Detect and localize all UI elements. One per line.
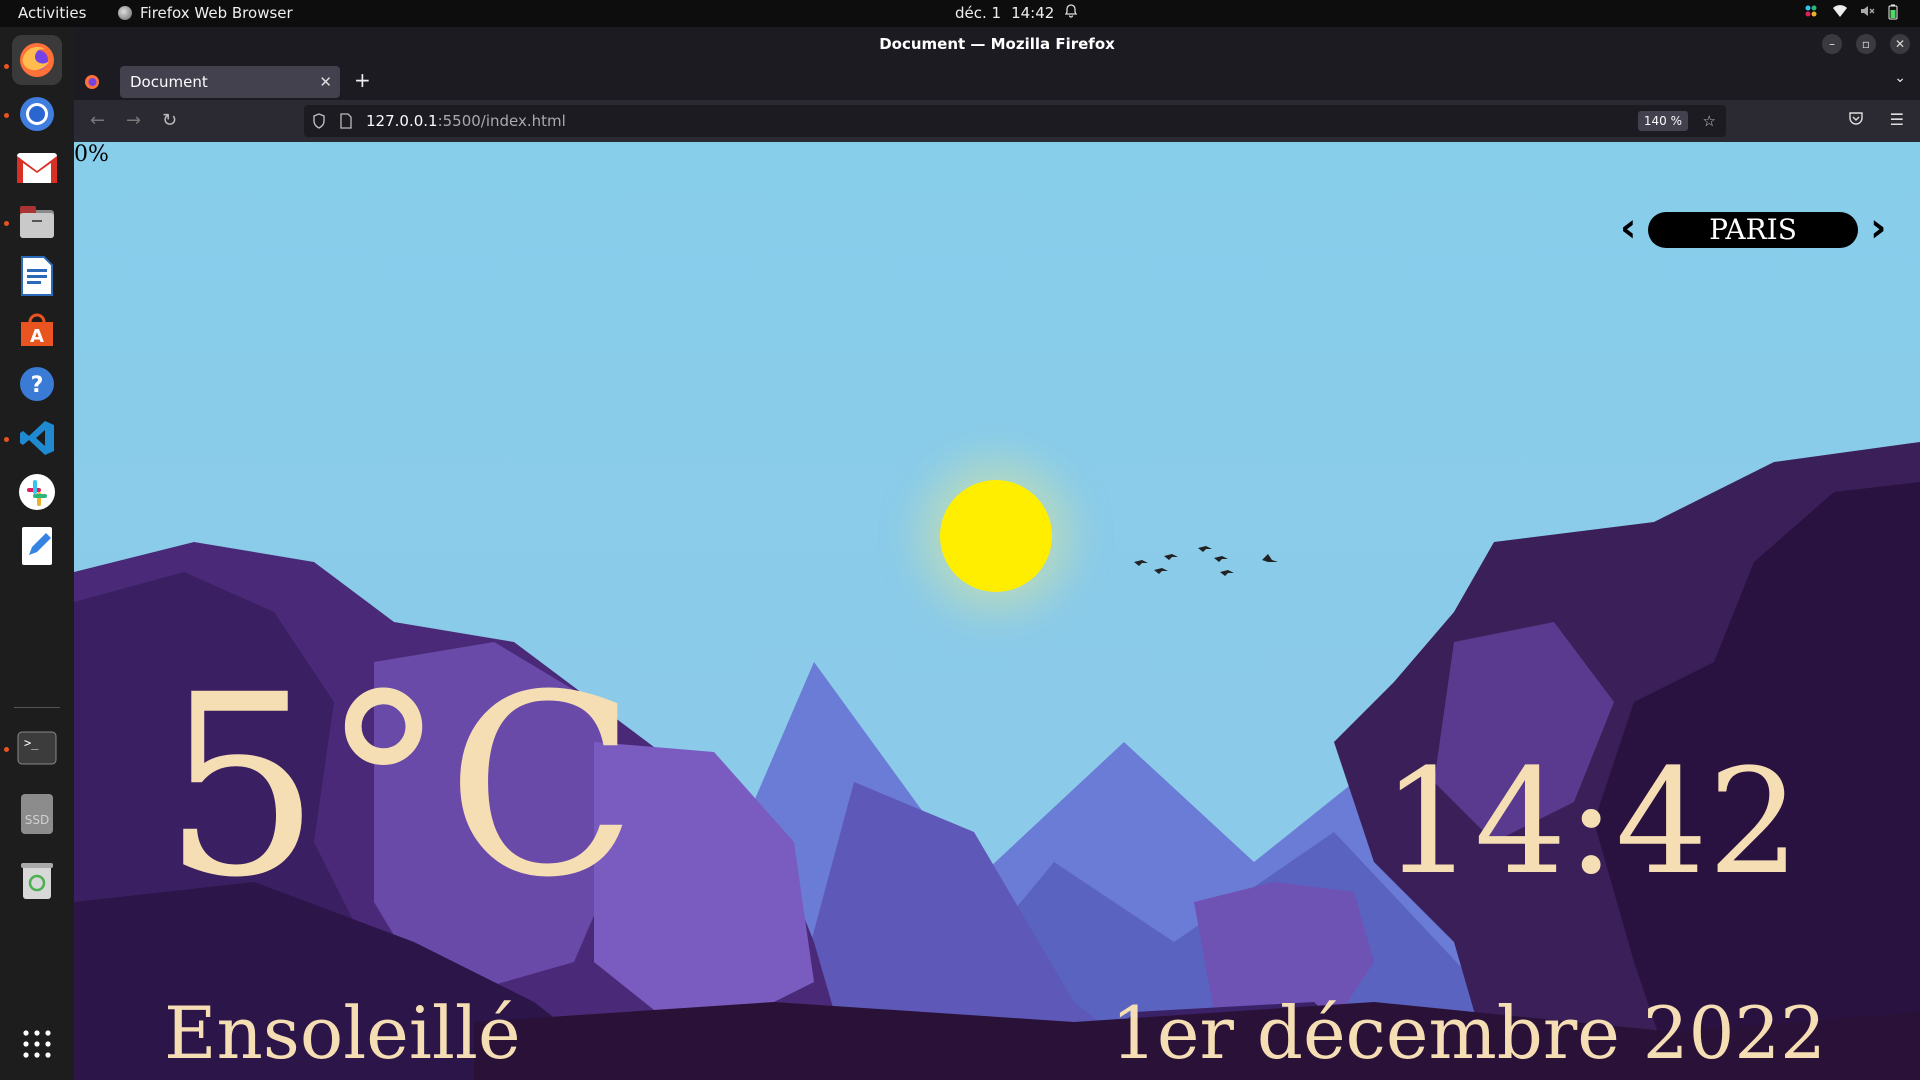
files-icon xyxy=(20,206,54,238)
app-name: Firefox Web Browser xyxy=(140,4,293,22)
dock-running-indicator xyxy=(4,221,9,226)
city-selector: ‹ PARIS › xyxy=(1620,204,1890,250)
slack-tray-icon xyxy=(1804,4,1818,18)
chromium-icon xyxy=(20,97,54,131)
app-center-icon: A xyxy=(21,313,53,347)
gmail-icon xyxy=(17,153,57,183)
firefox-view-icon[interactable] xyxy=(84,74,100,90)
bell-icon xyxy=(1064,4,1078,22)
volume-muted-icon xyxy=(1860,4,1875,18)
dock-separator xyxy=(14,707,60,708)
clock-date: déc. 1 xyxy=(955,4,1002,22)
dock-ssd-drive[interactable]: SSD xyxy=(12,789,62,839)
new-tab-button[interactable]: + xyxy=(354,68,371,92)
vscode-icon xyxy=(20,421,54,455)
svg-text:?: ? xyxy=(31,373,44,398)
city-name: PARIS xyxy=(1648,212,1858,248)
current-date: 1er décembre 2022 xyxy=(1111,991,1826,1075)
battery-icon xyxy=(1888,4,1902,20)
ssd-drive-icon: SSD xyxy=(21,794,53,834)
terminal-icon: >_ xyxy=(17,731,57,765)
window-controls: – ▫ ✕ xyxy=(1822,34,1910,54)
progress-text: 0% xyxy=(74,142,109,167)
canyon-landscape xyxy=(74,142,1920,1080)
dock-running-indicator xyxy=(4,747,9,752)
dock-terminal[interactable]: >_ xyxy=(12,723,62,773)
svg-text:SSD: SSD xyxy=(25,813,49,827)
text-editor-icon xyxy=(22,527,52,565)
toolbar-right: ☰ xyxy=(1848,110,1904,130)
tab-document[interactable]: Document ✕ xyxy=(120,66,340,98)
shield-icon[interactable] xyxy=(312,105,326,140)
close-window-button[interactable]: ✕ xyxy=(1890,34,1910,54)
dock-writer[interactable] xyxy=(12,251,62,301)
window-title: Document — Mozilla Firefox xyxy=(74,27,1920,62)
dock-running-indicator xyxy=(4,113,9,118)
weather-condition: Ensoleillé xyxy=(164,991,521,1075)
sun xyxy=(940,480,1052,592)
url-host: 127.0.0.1 xyxy=(366,112,438,130)
tab-bar: Document ✕ + ⌄ xyxy=(74,62,1920,100)
next-city-chevron-icon[interactable]: › xyxy=(1870,208,1886,248)
bookmark-star-icon[interactable]: ☆ xyxy=(1703,105,1716,137)
close-tab-icon[interactable]: ✕ xyxy=(319,66,332,98)
slack-icon xyxy=(19,474,55,510)
url-path: :5500/index.html xyxy=(437,112,566,130)
dock-running-indicator xyxy=(4,437,9,442)
dock-slack[interactable] xyxy=(12,467,62,517)
birds-flock xyxy=(1134,546,1278,576)
dock-app-center[interactable]: A xyxy=(12,305,62,355)
hamburger-menu-icon[interactable]: ☰ xyxy=(1890,110,1904,130)
page-content: 0% ‹ PARIS › 5°C 14:42 Ensoleillé 1er dé… xyxy=(74,142,1920,1080)
dock-gmail[interactable] xyxy=(12,143,62,193)
reload-icon[interactable]: ↻ xyxy=(162,110,177,131)
firefox-window: Document — Mozilla Firefox – ▫ ✕ Documen… xyxy=(74,27,1920,1080)
dock-help[interactable]: ? xyxy=(12,359,62,409)
dock-trash[interactable] xyxy=(12,855,62,905)
svg-text:A: A xyxy=(30,326,44,347)
dock-text-editor[interactable] xyxy=(12,521,62,571)
clock-time: 14:42 xyxy=(1011,4,1055,22)
system-tray[interactable] xyxy=(1804,4,1902,20)
back-arrow-icon[interactable]: ← xyxy=(90,110,105,131)
address-bar[interactable]: 127.0.0.1:5500/index.html 140 % ☆ xyxy=(304,105,1726,137)
zoom-level-button[interactable]: 140 % xyxy=(1637,111,1688,131)
minimize-button[interactable]: – xyxy=(1822,34,1842,54)
wifi-icon xyxy=(1832,4,1847,18)
system-top-bar: Activities Firefox Web Browser déc. 1 14… xyxy=(0,0,1920,27)
help-icon: ? xyxy=(20,367,54,401)
dock-chromium[interactable] xyxy=(12,89,62,139)
svg-text:>_: >_ xyxy=(24,736,39,750)
activities-button[interactable]: Activities xyxy=(18,4,86,22)
trash-icon xyxy=(21,863,53,899)
temperature: 5°C xyxy=(162,641,638,932)
local-time: 14:42 xyxy=(1382,738,1800,907)
maximize-button[interactable]: ▫ xyxy=(1856,34,1876,54)
firefox-icon xyxy=(118,6,132,20)
dock-running-indicator xyxy=(4,64,9,69)
dock-app-grid[interactable] xyxy=(12,1019,62,1069)
dock-firefox[interactable] xyxy=(12,35,62,85)
system-clock[interactable]: déc. 1 14:42 xyxy=(955,4,1078,22)
chevron-down-icon[interactable]: ⌄ xyxy=(1894,70,1906,86)
firefox-icon xyxy=(20,43,54,77)
dock-vscode[interactable] xyxy=(12,413,62,463)
tab-label: Document xyxy=(130,73,208,91)
previous-city-chevron-icon[interactable]: ‹ xyxy=(1620,208,1636,248)
writer-icon xyxy=(21,256,53,296)
pocket-icon[interactable] xyxy=(1848,110,1864,130)
url-text: 127.0.0.1:5500/index.html xyxy=(366,105,566,137)
dock-files[interactable] xyxy=(12,197,62,247)
navigation-toolbar: ← → ↻ 127.0.0.1:5500/index.html 140 % ☆ … xyxy=(74,100,1920,142)
page-icon xyxy=(340,105,352,140)
forward-arrow-icon[interactable]: → xyxy=(126,110,141,131)
app-menu[interactable]: Firefox Web Browser xyxy=(118,4,293,22)
dock: A ? >_ SSD xyxy=(0,27,74,1080)
app-grid-icon xyxy=(23,1030,51,1058)
